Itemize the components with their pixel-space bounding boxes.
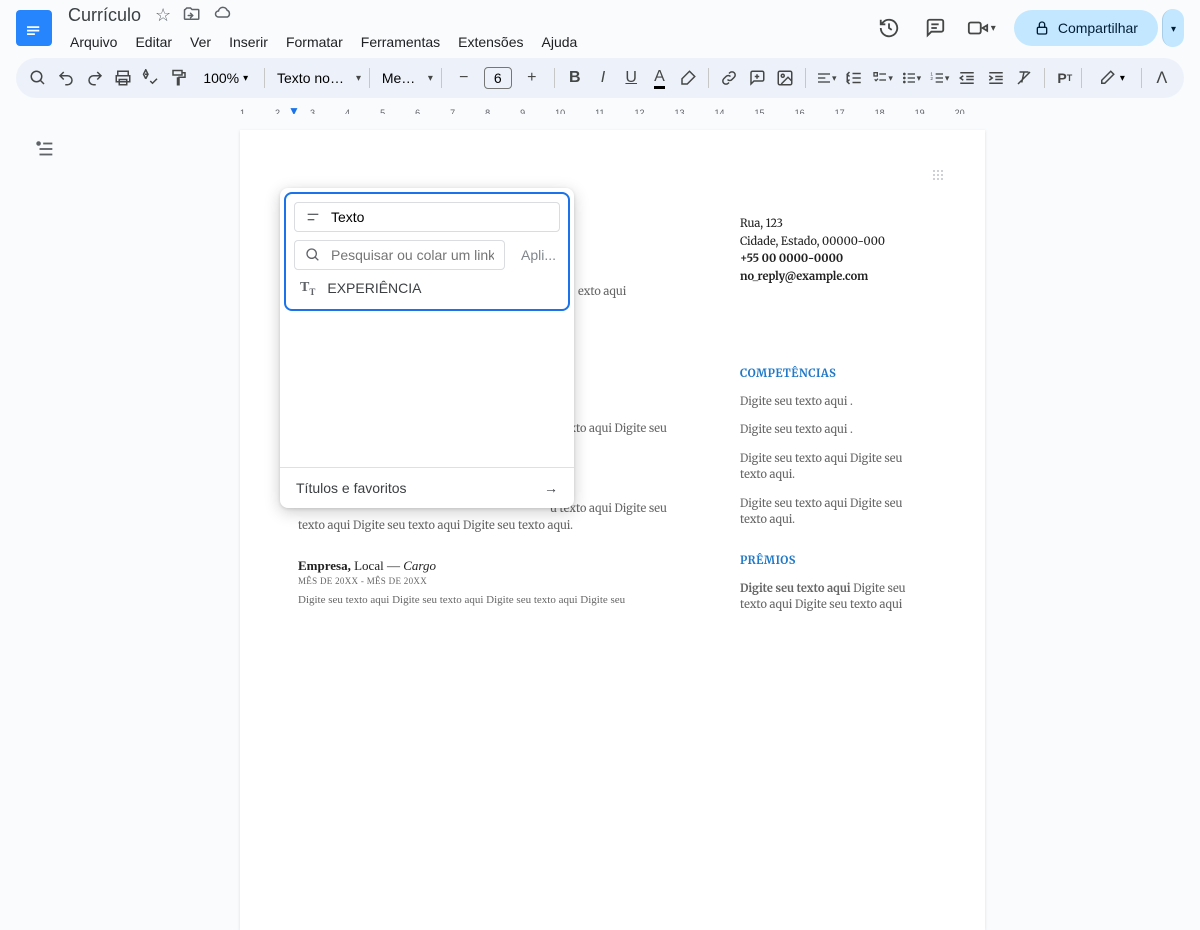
meet-button[interactable]: ▾ — [967, 17, 996, 39]
menu-ajuda[interactable]: Ajuda — [534, 30, 586, 54]
decrease-indent-icon[interactable] — [955, 64, 979, 92]
add-comment-icon[interactable] — [745, 64, 769, 92]
address-line: Cidade, Estado, 00000-000 — [740, 234, 911, 252]
section-heading-premios: PRÊMIOS — [740, 553, 911, 571]
undo-icon[interactable] — [54, 64, 78, 92]
link-text-field[interactable] — [294, 202, 560, 232]
link-suggestion[interactable]: TT EXPERIÊNCIA — [294, 270, 560, 301]
bullet-list-icon[interactable]: ▾ — [899, 64, 923, 92]
redo-icon[interactable] — [82, 64, 106, 92]
link-icon[interactable] — [717, 64, 741, 92]
share-button[interactable]: Compartilhar — [1014, 10, 1158, 46]
history-icon[interactable] — [875, 14, 903, 42]
editing-mode-button[interactable]: ▾ — [1090, 69, 1133, 87]
checklist-icon[interactable]: ▾ — [871, 64, 895, 92]
insert-image-icon[interactable] — [773, 64, 797, 92]
menu-ver[interactable]: Ver — [182, 30, 219, 54]
print-icon[interactable] — [111, 64, 135, 92]
address-line: Rua, 123 — [740, 216, 911, 234]
svg-text:2: 2 — [930, 76, 933, 81]
menu-arquivo[interactable]: Arquivo — [62, 30, 125, 54]
document-title[interactable]: Currículo — [62, 3, 147, 28]
link-url-input[interactable] — [331, 247, 494, 263]
star-icon[interactable]: ☆ — [155, 5, 171, 26]
text-field-icon — [305, 209, 321, 225]
bold-icon[interactable]: B — [563, 64, 587, 92]
headings-bookmarks-link[interactable]: Títulos e favoritos → — [280, 467, 574, 508]
underline-icon[interactable]: U — [619, 64, 643, 92]
arrow-right-icon: → — [544, 480, 558, 496]
body-text: exto aqui — [578, 284, 700, 301]
award-item: Digite seu texto aqui Digite seu texto a… — [740, 581, 911, 614]
text-color-icon[interactable]: A — [647, 64, 671, 92]
collapse-icon[interactable]: ᐱ — [1150, 64, 1174, 92]
heading-icon: TT — [300, 280, 315, 297]
competency-item: Digite seu texto aqui . — [740, 394, 911, 411]
zoom-select[interactable]: 100%▾ — [195, 70, 256, 86]
font-select[interactable]: Merri... — [378, 70, 424, 86]
apply-button[interactable]: Apli... — [517, 247, 560, 263]
line-spacing-icon[interactable] — [842, 64, 866, 92]
link-text-input[interactable] — [331, 209, 549, 225]
menu-editar[interactable]: Editar — [127, 30, 180, 54]
section-heading-competencias: COMPETÊNCIAS — [740, 366, 911, 384]
font-size-input[interactable] — [484, 67, 512, 89]
spellcheck-icon[interactable] — [139, 64, 163, 92]
experience-heading: Empresa, Local — Cargo — [298, 558, 700, 574]
body-text: texto aqui Digite seu texto aqui Digite … — [298, 518, 700, 535]
paint-format-icon[interactable] — [167, 64, 191, 92]
comments-icon[interactable] — [921, 14, 949, 42]
search-icon[interactable] — [26, 64, 50, 92]
share-dropdown[interactable]: ▾ — [1162, 9, 1184, 47]
insert-link-dialog: Apli... TT EXPERIÊNCIA Títulos e favorit… — [280, 188, 574, 508]
outline-icon[interactable] — [30, 134, 60, 164]
menu-inserir[interactable]: Inserir — [221, 30, 276, 54]
cloud-icon[interactable] — [213, 5, 233, 26]
increase-size-icon[interactable]: + — [518, 64, 546, 92]
italic-icon[interactable]: I — [591, 64, 615, 92]
email-text: no_reply@example.com — [740, 269, 911, 287]
menu-extensoes[interactable]: Extensões — [450, 30, 531, 54]
search-icon — [305, 247, 321, 263]
increase-indent-icon[interactable] — [983, 64, 1007, 92]
paragraph-style-select[interactable]: Texto nor… — [273, 70, 352, 86]
decrease-size-icon[interactable]: − — [450, 64, 478, 92]
experience-date: MÊS DE 20XX - MÊS DE 20XX — [298, 576, 700, 586]
numbered-list-icon[interactable]: 12▾ — [927, 64, 951, 92]
link-url-field[interactable] — [294, 240, 505, 270]
drag-handle-icon[interactable] — [933, 170, 947, 184]
move-icon[interactable] — [183, 5, 201, 26]
page-setup-icon[interactable]: PT — [1053, 64, 1077, 92]
clear-format-icon[interactable] — [1012, 64, 1036, 92]
competency-item: Digite seu texto aqui . — [740, 422, 911, 439]
phone-text: +55 00 0000-0000 — [740, 251, 911, 269]
menu-formatar[interactable]: Formatar — [278, 30, 351, 54]
competency-item: Digite seu texto aqui Digite seu texto a… — [740, 451, 911, 484]
share-label: Compartilhar — [1058, 20, 1138, 36]
competency-item: Digite seu texto aqui Digite seu texto a… — [740, 496, 911, 529]
experience-body: Digite seu texto aqui Digite seu texto a… — [298, 592, 700, 609]
align-icon[interactable]: ▾ — [814, 64, 838, 92]
suggestion-label: EXPERIÊNCIA — [327, 280, 421, 296]
menu-ferramentas[interactable]: Ferramentas — [353, 30, 448, 54]
highlight-icon[interactable] — [676, 64, 700, 92]
docs-logo[interactable] — [16, 10, 52, 46]
